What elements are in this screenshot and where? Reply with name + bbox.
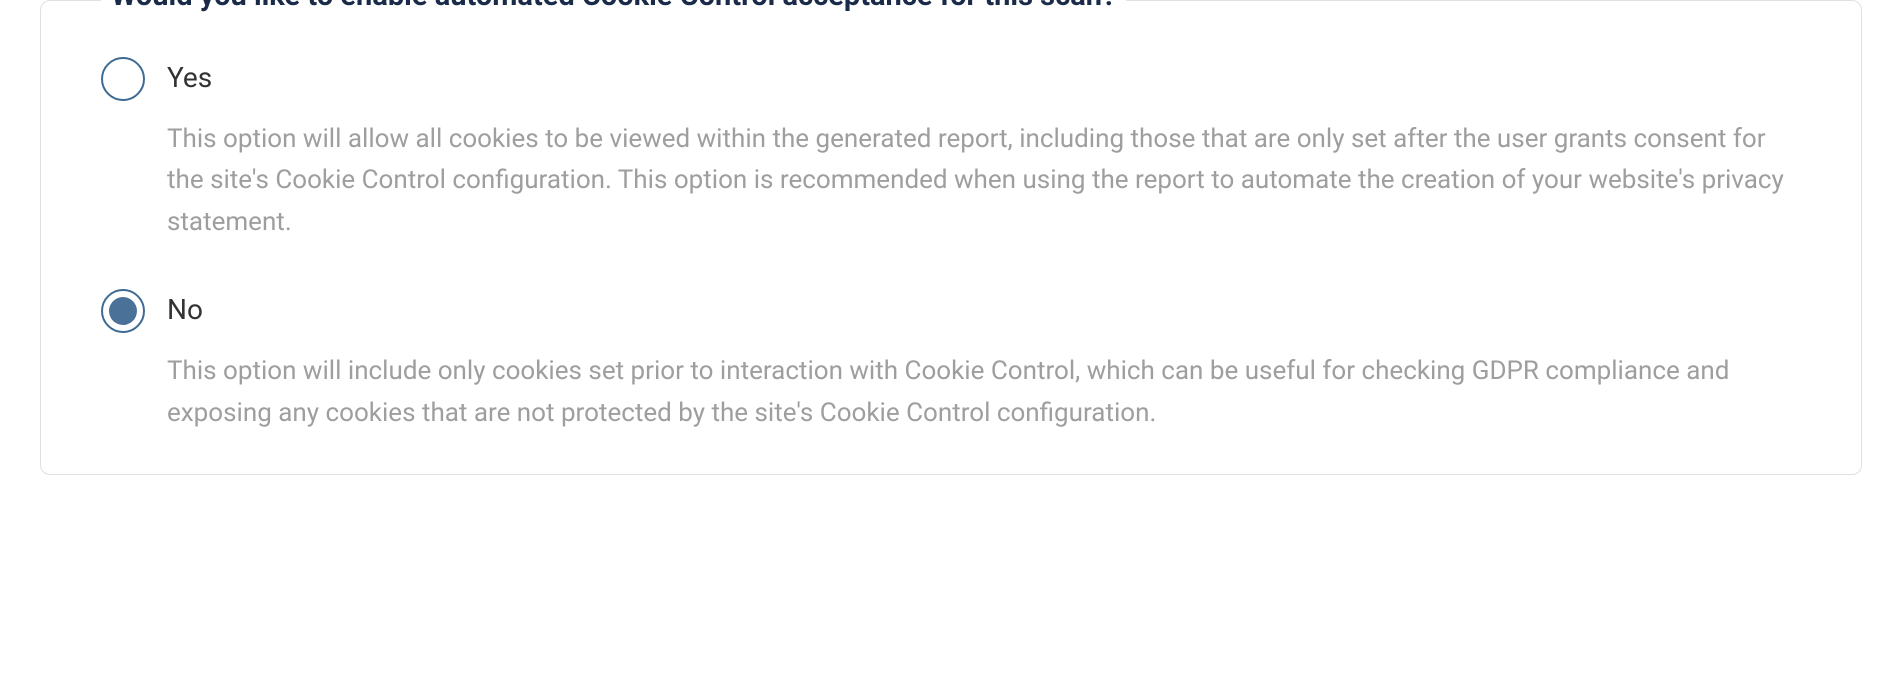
- option-no-description: This option will include only cookies se…: [167, 351, 1801, 434]
- cookie-control-fieldset: Would you like to enable automated Cooki…: [40, 0, 1862, 475]
- radio-yes[interactable]: [101, 57, 145, 101]
- option-yes-label: Yes: [167, 61, 1801, 95]
- radio-no[interactable]: [101, 289, 145, 333]
- option-yes: Yes This option will allow all cookies t…: [101, 61, 1801, 243]
- option-no: No This option will include only cookies…: [101, 293, 1801, 434]
- option-no-label: No: [167, 293, 1801, 327]
- option-no-content: No This option will include only cookies…: [167, 293, 1801, 434]
- question-heading: Would you like to enable automated Cooki…: [101, 0, 1126, 14]
- option-yes-content: Yes This option will allow all cookies t…: [167, 61, 1801, 243]
- option-yes-description: This option will allow all cookies to be…: [167, 119, 1801, 244]
- options-group: Yes This option will allow all cookies t…: [101, 61, 1801, 434]
